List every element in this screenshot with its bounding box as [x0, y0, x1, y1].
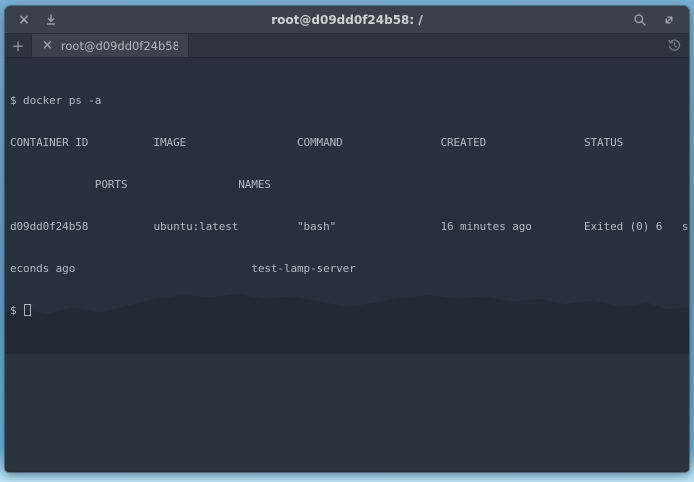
titlebar-right-controls	[632, 12, 689, 28]
terminal-text: $ docker ps -a CONTAINER ID IMAGE COMMAN…	[10, 66, 689, 346]
arrow-down-to-bar-icon	[44, 13, 58, 27]
tab-close-button[interactable]: ×	[42, 39, 53, 52]
wallpaper-ground-silhouette	[5, 354, 689, 471]
terminal-prompt-line: $	[10, 304, 689, 318]
terminal-window: × root@d09dd0f24b58: / +	[5, 6, 689, 472]
tab-bar: + × root@d09dd0f24b58: /	[5, 34, 689, 58]
terminal-line-row-1: d09dd0f24b58 ubuntu:latest "bash" 16 min…	[10, 220, 689, 234]
expand-arrows-icon	[662, 13, 676, 27]
prompt-symbol: $	[10, 304, 17, 317]
search-button[interactable]	[632, 12, 648, 28]
titlebar-left-controls: ×	[5, 12, 59, 28]
window-titlebar: × root@d09dd0f24b58: /	[5, 6, 689, 34]
fullscreen-button[interactable]	[661, 12, 677, 28]
history-clock-icon	[667, 38, 682, 53]
tab-label: root@d09dd0f24b58: /	[61, 39, 178, 53]
terminal-line-header-2: PORTS NAMES	[10, 178, 689, 192]
terminal-content-area[interactable]: $ docker ps -a CONTAINER ID IMAGE COMMAN…	[5, 58, 689, 471]
window-title: root@d09dd0f24b58: /	[5, 13, 689, 27]
terminal-cursor	[24, 304, 31, 316]
terminal-line-row-2: econds ago test-lamp-server	[10, 262, 689, 276]
tab-terminal-session[interactable]: × root@d09dd0f24b58: /	[32, 34, 189, 57]
move-to-bottom-button[interactable]	[43, 12, 59, 28]
terminal-line-header-1: CONTAINER ID IMAGE COMMAND CREATED STATU…	[10, 136, 689, 150]
history-button[interactable]	[659, 34, 689, 57]
new-tab-button[interactable]: +	[5, 34, 32, 57]
search-icon	[633, 13, 647, 27]
window-close-button[interactable]: ×	[16, 12, 32, 28]
terminal-line-command: $ docker ps -a	[10, 94, 689, 108]
